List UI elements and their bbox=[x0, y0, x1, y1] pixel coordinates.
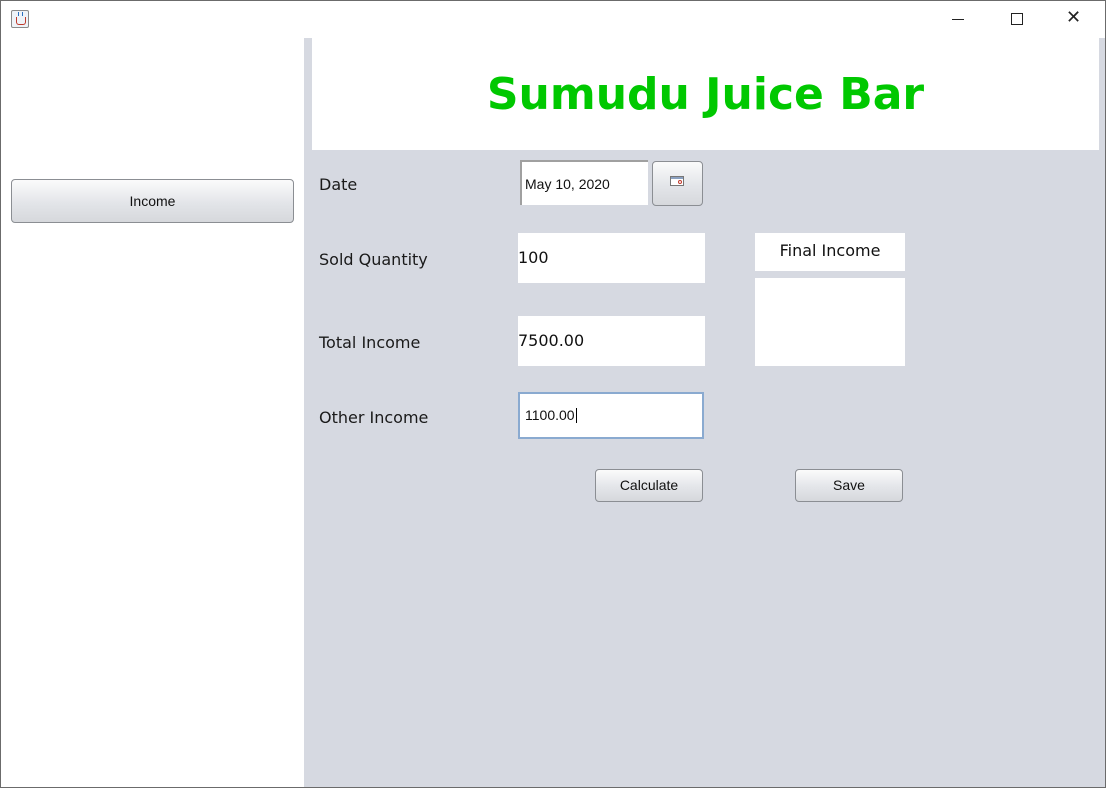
sold-quantity-field[interactable]: 100 bbox=[518, 233, 705, 283]
total-income-field[interactable]: 7500.00 bbox=[518, 316, 705, 366]
java-app-icon[interactable] bbox=[11, 10, 29, 28]
other-income-value: 1100.00 bbox=[525, 407, 575, 423]
close-icon: ✕ bbox=[1066, 7, 1082, 28]
sidebar: Income bbox=[1, 38, 303, 787]
sold-quantity-label: Sold Quantity bbox=[319, 250, 428, 269]
header-panel: Sumudu Juice Bar bbox=[312, 38, 1099, 150]
app-window: ✕ Income Sumudu Juice Bar Date May 10, 2… bbox=[0, 0, 1106, 788]
total-income-value: 7500.00 bbox=[518, 331, 585, 350]
main-panel: Sumudu Juice Bar Date May 10, 2020 Sold … bbox=[304, 38, 1105, 787]
calendar-icon bbox=[670, 176, 684, 186]
page-title: Sumudu Juice Bar bbox=[312, 68, 1099, 122]
final-income-label: Final Income bbox=[755, 233, 905, 271]
title-bar: ✕ bbox=[1, 1, 1105, 38]
other-income-field[interactable]: 1100.00 bbox=[518, 392, 704, 439]
other-income-label: Other Income bbox=[319, 408, 429, 427]
save-button[interactable]: Save bbox=[795, 469, 903, 502]
calculate-button[interactable]: Calculate bbox=[595, 469, 703, 502]
text-caret bbox=[575, 408, 577, 423]
date-label: Date bbox=[319, 175, 358, 194]
maximize-icon bbox=[1011, 13, 1023, 25]
total-income-label: Total Income bbox=[319, 333, 421, 352]
date-field[interactable]: May 10, 2020 bbox=[520, 160, 648, 205]
sold-quantity-value: 100 bbox=[518, 248, 549, 267]
close-button[interactable]: ✕ bbox=[1045, 1, 1103, 38]
date-value: May 10, 2020 bbox=[525, 176, 610, 192]
minimize-icon bbox=[952, 19, 964, 20]
cup-glyph bbox=[16, 17, 26, 25]
minimize-button[interactable] bbox=[929, 1, 987, 38]
final-income-output bbox=[755, 278, 905, 366]
steam-glyph bbox=[18, 12, 23, 16]
date-picker-button[interactable] bbox=[652, 161, 703, 206]
page-title-text: Sumudu Juice Bar bbox=[486, 69, 925, 120]
income-button[interactable]: Income bbox=[11, 179, 294, 223]
maximize-button[interactable] bbox=[987, 1, 1045, 38]
